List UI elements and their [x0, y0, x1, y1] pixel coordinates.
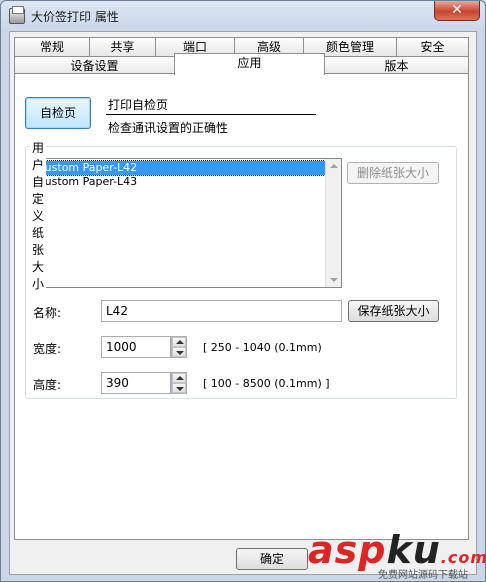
width-label: 宽度: — [33, 342, 62, 356]
window-title: 大价签打印 属性 — [31, 10, 119, 24]
height-field[interactable]: 390 — [101, 372, 171, 394]
custom-paper-listbox[interactable]: Custom Paper-L42 Custom Paper-L43 — [33, 158, 342, 288]
selftest-title: 打印自检页 — [108, 98, 169, 112]
ok-button[interactable]: 确定 — [236, 548, 308, 570]
width-field[interactable]: 1000 — [101, 336, 171, 358]
name-field[interactable]: L42 — [101, 300, 342, 322]
delete-paper-size-button[interactable]: 删除纸张大小 — [347, 162, 439, 184]
selftest-button[interactable]: 自检页 — [25, 97, 91, 129]
scroll-up-icon[interactable] — [330, 164, 338, 168]
arrow-down-icon[interactable] — [176, 351, 184, 355]
scroll-down-icon[interactable] — [330, 278, 338, 282]
width-stepper[interactable] — [171, 336, 187, 358]
watermark-asp: asp — [308, 528, 387, 572]
tab-application[interactable]: 应用 — [174, 53, 325, 75]
name-label: 名称: — [33, 306, 62, 320]
title-bar[interactable]: 大价签打印 属性 ✕ — [1, 1, 485, 31]
height-stepper[interactable] — [171, 372, 187, 394]
arrow-up-icon[interactable] — [176, 376, 184, 380]
arrow-up-icon[interactable] — [176, 340, 184, 344]
height-label: 高度: — [33, 378, 62, 392]
width-range-text: [ 250 - 1040 (0.1mm) — [203, 341, 322, 354]
printer-icon — [9, 6, 25, 24]
selftest-separator — [106, 114, 316, 115]
arrow-down-icon[interactable] — [176, 387, 184, 391]
custom-paper-group-title: 用户自定义纸张大小 — [30, 139, 47, 292]
tab-security[interactable]: 安全 — [396, 37, 469, 57]
save-paper-size-button[interactable]: 保存纸张大小 — [348, 300, 439, 322]
height-range-text: [ 100 - 8500 (0.1mm) ] — [203, 377, 330, 390]
selftest-description: 检查通讯设置的正确性 — [108, 121, 229, 135]
tab-general[interactable]: 常规 — [14, 37, 90, 57]
list-item[interactable]: Custom Paper-L42 — [34, 160, 326, 176]
listbox-scrollbar[interactable] — [325, 159, 341, 287]
list-item[interactable]: Custom Paper-L43 — [35, 175, 325, 189]
watermark-com: .com — [440, 548, 486, 567]
tab-sharing[interactable]: 共享 — [89, 37, 156, 57]
watermark-subtitle: 免费网站源码下载站 — [378, 570, 468, 581]
close-icon[interactable]: ✕ — [434, 1, 480, 21]
